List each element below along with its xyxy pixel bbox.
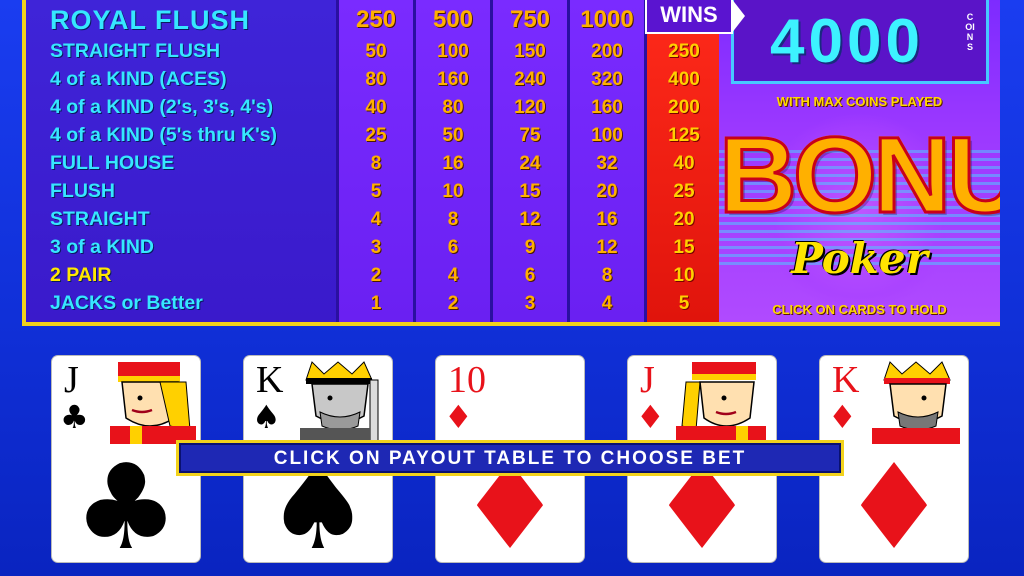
game-logo: BONUS <box>719 114 1000 235</box>
hand-four-2-3-4: 4 of a KIND (2's, 3's, 4's) <box>50 96 274 118</box>
payout-cell: 15 <box>519 181 541 202</box>
card-rank: K <box>832 359 860 401</box>
win-cell: 15 <box>673 237 695 258</box>
payout-cell: 4 <box>447 265 459 286</box>
promo-panel: 4000 COINS WITH MAX COINS PLAYED BONUS P… <box>719 0 1000 322</box>
payout-cell: 8 <box>447 209 459 230</box>
win-cell: 125 <box>668 125 700 146</box>
payout-cell: 20 <box>596 181 618 202</box>
payout-cell: 16 <box>442 153 464 174</box>
payout-cell: 75 <box>519 125 541 146</box>
hand-flush: FLUSH <box>50 180 115 202</box>
payout-cell: 32 <box>596 153 618 174</box>
game-logo-subtitle: Poker <box>791 234 928 283</box>
payout-cell: 200 <box>591 41 623 62</box>
wins-column[interactable]: 250 400 200 125 40 25 20 15 10 5 <box>644 0 721 322</box>
card-rank: J <box>640 359 655 401</box>
payout-cell: 2 <box>370 265 382 286</box>
hand-names-column: ROYAL FLUSH STRAIGHT FLUSH 4 of a KIND (… <box>26 0 339 322</box>
payout-cell: 50 <box>365 41 387 62</box>
payout-cell: 25 <box>365 125 387 146</box>
hand-two-pair: 2 PAIR <box>50 264 112 286</box>
spade-icon: ♠ <box>252 398 281 436</box>
payout-cell: 4 <box>370 209 382 230</box>
payout-cell: 10 <box>442 181 464 202</box>
payout-cell: 80 <box>365 69 387 90</box>
card-rank: 10 <box>448 359 486 401</box>
jack-face-icon <box>676 362 766 444</box>
win-cell: 400 <box>668 69 700 90</box>
payout-cell: 8 <box>601 265 613 286</box>
payout-cell: 160 <box>437 69 469 90</box>
coins-label: COINS <box>965 12 975 52</box>
max-coins-note: WITH MAX COINS PLAYED <box>776 94 943 109</box>
hand-jacks-or-better: JACKS or Better <box>50 292 203 314</box>
hand-four-5-k: 4 of a KIND (5's thru K's) <box>50 124 278 146</box>
card-rank: J <box>64 359 79 401</box>
win-cell: 5 <box>678 293 690 314</box>
payout-cell: 120 <box>514 97 546 118</box>
hand-straight: STRAIGHT <box>50 208 150 230</box>
payout-cell: 5 <box>370 181 382 202</box>
payout-cell: 160 <box>591 97 623 118</box>
win-cell: 200 <box>668 97 700 118</box>
diamond-icon: ♦ <box>828 398 857 436</box>
payout-cell: 240 <box>514 69 546 90</box>
payout-cell: 320 <box>591 69 623 90</box>
payout-cell: 6 <box>524 265 536 286</box>
hand-three-kind: 3 of a KIND <box>50 236 155 258</box>
hand-full-house: FULL HOUSE <box>50 152 175 174</box>
payout-cell: 100 <box>591 125 623 146</box>
payout-cell: 3 <box>370 237 382 258</box>
diamond-icon: ♦ <box>444 398 473 436</box>
bet-header-1000: 1000 <box>580 6 634 33</box>
hand-straight-flush: STRAIGHT FLUSH <box>50 40 221 62</box>
payout-cell: 24 <box>519 153 541 174</box>
payout-cell: 12 <box>519 209 541 230</box>
jack-face-icon <box>110 362 196 444</box>
bet-header-250: 250 <box>355 6 397 33</box>
bet-column-750[interactable]: 750 150 240 120 75 24 15 12 9 6 3 <box>490 0 567 322</box>
instruction-banner: CLICK ON PAYOUT TABLE TO CHOOSE BET <box>176 440 844 476</box>
win-cell: 40 <box>673 153 695 174</box>
payout-cell: 4 <box>601 293 613 314</box>
bet-column-500[interactable]: 500 100 160 80 50 16 10 8 6 4 2 <box>413 0 490 322</box>
payout-cell: 50 <box>442 125 464 146</box>
payout-cell: 3 <box>524 293 536 314</box>
payout-cell: 100 <box>437 41 469 62</box>
bet-column-250[interactable]: 250 50 80 40 25 8 5 4 3 2 1 <box>336 0 413 322</box>
club-icon: ♣ <box>60 398 89 436</box>
win-cell: 20 <box>673 209 695 230</box>
win-cell: 10 <box>673 265 695 286</box>
royal-payout-box: 4000 COINS <box>731 0 989 84</box>
win-cell: 250 <box>668 41 700 62</box>
payout-cell: 16 <box>596 209 618 230</box>
payout-cell: 9 <box>524 237 536 258</box>
bet-header-750: 750 <box>509 6 551 33</box>
king-face-icon <box>300 361 379 444</box>
hand-four-aces: 4 of a KIND (ACES) <box>50 68 227 90</box>
royal-payout-amount: 4000 <box>770 7 924 76</box>
payout-cell: 80 <box>442 97 464 118</box>
banner-text: CLICK ON PAYOUT TABLE TO CHOOSE BET <box>273 448 747 469</box>
payout-cell: 40 <box>365 97 387 118</box>
payout-cell: 12 <box>596 237 618 258</box>
bet-header-500: 500 <box>432 6 474 33</box>
bet-column-1000[interactable]: 1000 200 320 160 100 32 20 16 12 8 4 <box>567 0 644 322</box>
payout-cell: 150 <box>514 41 546 62</box>
wins-header: WINS <box>645 0 745 34</box>
hold-hint: CLICK ON CARDS TO HOLD <box>772 302 947 317</box>
win-cell: 25 <box>673 181 695 202</box>
payout-cell: 8 <box>370 153 382 174</box>
card-rank: K <box>256 359 284 401</box>
payout-cell: 1 <box>370 293 382 314</box>
payout-table[interactable]: ROYAL FLUSH STRAIGHT FLUSH 4 of a KIND (… <box>22 0 1000 326</box>
king-face-icon <box>872 361 960 444</box>
payout-cell: 6 <box>447 237 459 258</box>
hand-royal-flush: ROYAL FLUSH <box>50 5 251 35</box>
payout-cell: 2 <box>447 293 459 314</box>
diamond-icon: ♦ <box>636 398 665 436</box>
